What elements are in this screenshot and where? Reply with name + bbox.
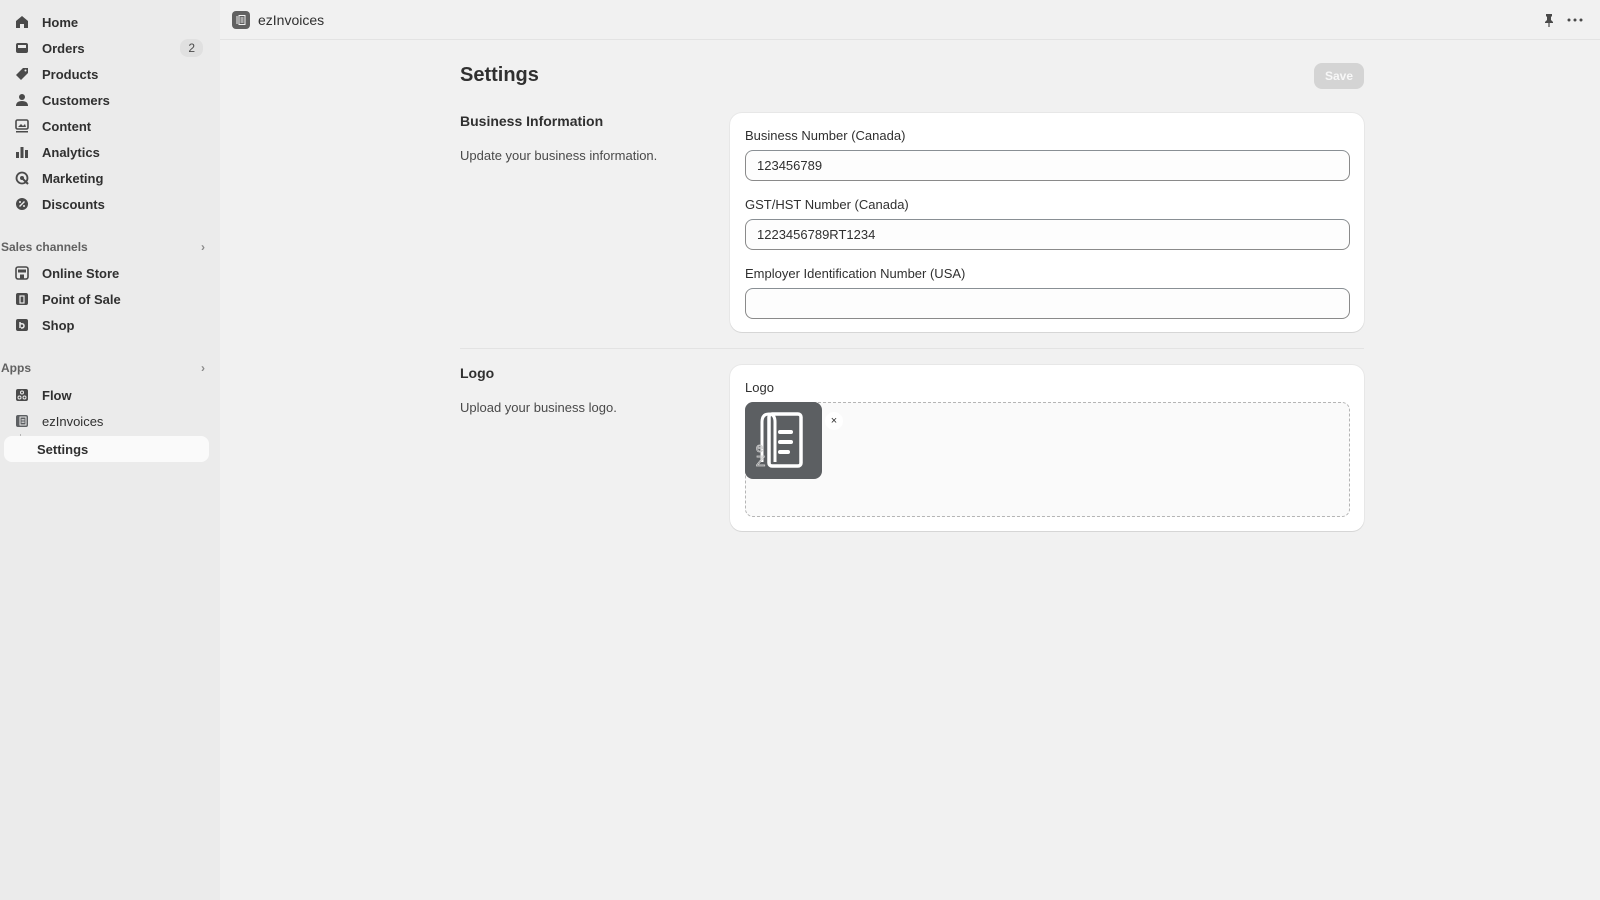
sidebar-item-shop[interactable]: Shop (4, 312, 209, 338)
sidebar-item-label: ezInvoices (42, 413, 104, 429)
app-name: ezInvoices (258, 11, 325, 28)
logo-preview: e Z × (745, 402, 843, 479)
logo-section-description: Upload your business logo. (460, 400, 617, 415)
sidebar-item-analytics[interactable]: Analytics (4, 139, 209, 165)
sidebar-item-content[interactable]: Content (4, 113, 209, 139)
logo-card: Logo e Z × (730, 365, 1364, 531)
tag-icon (14, 66, 30, 82)
business-info-card: Business Number (Canada) GST/HST Number … (730, 113, 1364, 332)
sales-channels-header[interactable]: Sales channels › (1, 237, 205, 257)
section-title: Apps (1, 361, 31, 375)
sidebar-item-home[interactable]: Home (4, 9, 209, 35)
orders-icon (14, 40, 30, 56)
home-icon (14, 14, 30, 30)
person-icon (14, 92, 30, 108)
sidebar-item-label: Customers (42, 92, 110, 108)
discount-icon (14, 196, 30, 212)
sidebar-item-label: Marketing (42, 170, 104, 186)
store-icon (14, 265, 30, 281)
sidebar-item-label: Settings (37, 441, 89, 457)
sidebar-item-products[interactable]: Products (4, 61, 209, 87)
sidebar-item-label: Products (42, 66, 99, 82)
remove-logo-button[interactable]: × (825, 412, 843, 430)
shop-icon (14, 317, 30, 333)
sidebar-item-discounts[interactable]: Discounts (4, 191, 209, 217)
chevron-right-icon: › (201, 240, 205, 254)
sidebar-item-label: Analytics (42, 144, 100, 160)
sidebar: Home Orders 2 Products Customers Content… (0, 0, 220, 900)
sidebar-item-label: Point of Sale (42, 291, 121, 307)
section-title: Sales channels (1, 240, 88, 254)
more-actions-button[interactable] (1562, 7, 1588, 33)
chevron-right-icon: › (201, 361, 205, 375)
sidebar-item-marketing[interactable]: Marketing (4, 165, 209, 191)
sidebar-item-label: Content (42, 118, 92, 134)
gst-hst-number-input[interactable] (745, 219, 1350, 250)
invoice-icon (232, 10, 250, 29)
svg-text:Z: Z (756, 453, 765, 470)
sidebar-item-customers[interactable]: Customers (4, 87, 209, 113)
ezinvoices-logo-icon: e Z (756, 412, 803, 470)
gst-hst-number-label: GST/HST Number (Canada) (745, 197, 909, 212)
business-info-description: Update your business information. (460, 148, 658, 163)
close-icon: × (830, 415, 838, 427)
flow-icon (14, 387, 30, 403)
logo-field-label: Logo (745, 380, 774, 395)
save-button[interactable]: Save (1314, 63, 1364, 89)
logo-section-title: Logo (460, 365, 495, 381)
apps-header[interactable]: Apps › (1, 358, 205, 378)
ein-input[interactable] (745, 288, 1350, 319)
target-icon (14, 170, 30, 186)
sidebar-item-label: Shop (42, 317, 75, 333)
business-number-label: Business Number (Canada) (745, 128, 906, 143)
more-horizontal-icon (1567, 18, 1583, 21)
sidebar-item-flow[interactable]: Flow (4, 382, 209, 408)
invoice-icon (14, 413, 30, 429)
app-title: ezInvoices (232, 10, 325, 29)
section-divider (460, 348, 1364, 349)
business-number-input[interactable] (745, 150, 1350, 181)
sidebar-item-label: Online Store (42, 265, 120, 281)
sidebar-item-label: Discounts (42, 196, 105, 212)
bar-chart-icon (14, 144, 30, 160)
pos-icon (14, 291, 30, 307)
sidebar-item-orders[interactable]: Orders 2 (4, 35, 209, 61)
pin-icon (1545, 13, 1553, 27)
content-icon (14, 118, 30, 134)
sidebar-item-label: Orders (42, 40, 85, 56)
sidebar-item-label: Flow (42, 387, 72, 403)
sidebar-item-online-store[interactable]: Online Store (4, 260, 209, 286)
ein-label: Employer Identification Number (USA) (745, 266, 966, 281)
pin-button[interactable] (1536, 7, 1562, 33)
page-title: Settings (460, 64, 539, 86)
sidebar-item-ezinvoices[interactable]: ezInvoices (4, 408, 209, 434)
orders-count-badge: 2 (180, 39, 203, 57)
app-header: ezInvoices (220, 0, 1600, 40)
business-info-title: Business Information (460, 113, 604, 129)
sidebar-item-label: Home (42, 14, 79, 30)
sidebar-item-settings[interactable]: Settings (4, 436, 209, 462)
sidebar-item-point-of-sale[interactable]: Point of Sale (4, 286, 209, 312)
